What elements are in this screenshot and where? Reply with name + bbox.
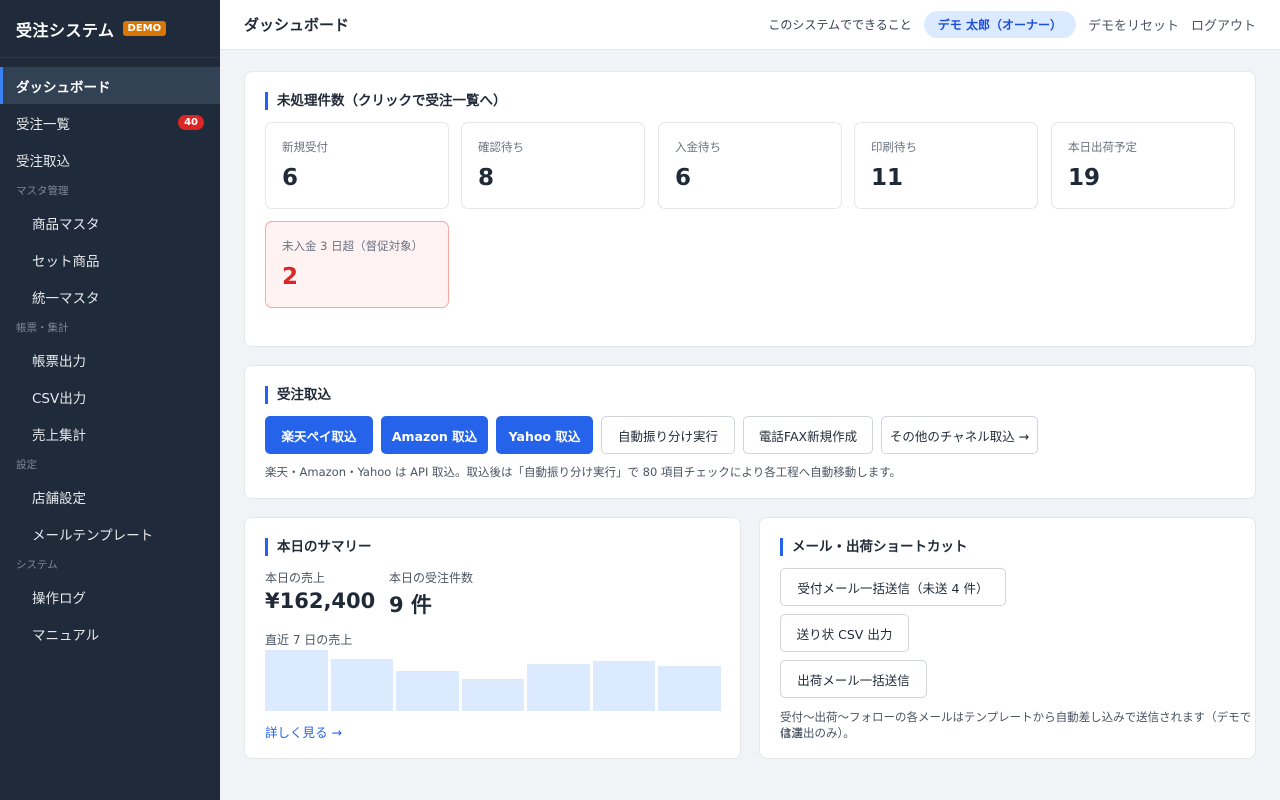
sidebar-item-label: 受注取込: [16, 153, 70, 170]
sidebar-item-label: CSV出力: [32, 390, 87, 407]
sidebar-item-dashboard[interactable]: ダッシュボード: [0, 67, 220, 104]
view-details-link[interactable]: 詳しく見る →: [265, 722, 342, 741]
sidebar-item-label: 店舗設定: [32, 490, 86, 507]
stat-label: 新規受付: [282, 140, 328, 154]
pending-title: 未処理件数（クリックで受注一覧へ）: [265, 92, 507, 110]
brand-title: 受注システム: [16, 20, 115, 40]
stat-value: 2: [282, 264, 299, 290]
auto-sort-button[interactable]: 自動振り分け実行: [601, 416, 735, 454]
summary-title: 本日のサマリー: [265, 538, 372, 556]
sidebar-item-label: 操作ログ: [32, 590, 86, 607]
help-link[interactable]: このシステムでできること: [768, 16, 911, 33]
sidebar: 受注システム DEMO ダッシュボード 受注一覧 40 受注取込 マスタ管理 商…: [0, 0, 220, 800]
sidebar-item-label: 統一マスタ: [32, 290, 100, 307]
send-shipping-mail-button[interactable]: 出荷メール一括送信: [780, 660, 927, 698]
sidebar-item-csv[interactable]: CSV出力: [0, 378, 220, 415]
sidebar-item-label: 帳票出力: [32, 353, 86, 370]
top-header: ダッシュボード このシステムでできること デモ 太郎（オーナー） デモをリセット…: [220, 0, 1280, 50]
other-channel-import-button[interactable]: その他のチャネル取込 →: [881, 416, 1038, 454]
stat-value: 6: [282, 165, 299, 191]
sidebar-section-reports: 帳票・集計: [16, 322, 69, 334]
stat-label: 未入金 3 日超（督促対象）: [282, 239, 424, 253]
stat-awaiting-payment[interactable]: 入金待ち 6: [658, 122, 842, 209]
demo-badge: DEMO: [122, 21, 167, 36]
brand: 受注システム DEMO: [0, 0, 220, 58]
stat-awaiting-print[interactable]: 印刷待ち 11: [854, 122, 1038, 209]
chart-label: 直近 7 日の売上: [265, 633, 353, 647]
stat-value: 8: [478, 165, 495, 191]
sidebar-item-label: 売上集計: [32, 427, 86, 444]
stat-value: 11: [871, 165, 904, 191]
sidebar-item-label: マニュアル: [32, 627, 100, 644]
import-note: 楽天・Amazon・Yahoo は API 取込。取込後は「自動振り分け実行」で…: [265, 465, 902, 479]
yahoo-import-button[interactable]: Yahoo 取込: [496, 416, 593, 454]
stat-value: 19: [1068, 165, 1101, 191]
sidebar-item-logs[interactable]: 操作ログ: [0, 578, 220, 615]
sidebar-item-label: メールテンプレート: [32, 527, 154, 544]
order-import-card: 受注取込 楽天ペイ取込 Amazon 取込 Yahoo 取込 自動振り分け実行 …: [244, 365, 1256, 499]
orders-count-badge: 40: [178, 115, 204, 130]
orders-count-value: 9 件: [389, 593, 432, 617]
amazon-import-button[interactable]: Amazon 取込: [381, 416, 488, 454]
sidebar-nav: ダッシュボード 受注一覧 40 受注取込 マスタ管理 商品マスタ セット商品 統…: [0, 58, 220, 652]
stat-label: 確認待ち: [478, 140, 524, 154]
stat-new-orders[interactable]: 新規受付 6: [265, 122, 449, 209]
stat-label: 入金待ち: [675, 140, 721, 154]
shortcuts-note-line2: 信演出のみ）。: [780, 726, 855, 740]
shortcuts-card: メール・出荷ショートカット 受付メール一括送信（未送 4 件） 送り状 CSV …: [759, 517, 1256, 759]
phone-fax-create-button[interactable]: 電話FAX新規作成: [743, 416, 873, 454]
sidebar-item-label: 商品マスタ: [32, 216, 100, 233]
sales-bar: [461, 678, 525, 711]
stat-ship-today[interactable]: 本日出荷予定 19: [1051, 122, 1235, 209]
stat-label: 本日出荷予定: [1068, 140, 1137, 154]
sidebar-item-unified-master[interactable]: 統一マスタ: [0, 278, 220, 315]
reset-demo-link[interactable]: デモをリセット: [1088, 15, 1179, 34]
sidebar-section-system: システム: [16, 559, 58, 571]
import-title: 受注取込: [265, 386, 331, 404]
sidebar-item-manual[interactable]: マニュアル: [0, 615, 220, 652]
send-receipt-mail-button[interactable]: 受付メール一括送信（未送 4 件）: [780, 568, 1006, 606]
stat-overdue-payment[interactable]: 未入金 3 日超（督促対象） 2: [265, 221, 449, 308]
logout-link[interactable]: ログアウト: [1191, 15, 1256, 34]
shortcuts-title: メール・出荷ショートカット: [780, 538, 968, 556]
sales-bar: [592, 660, 656, 711]
sales-bar-chart: [265, 650, 721, 711]
header-actions: このシステムでできること デモ 太郎（オーナー） デモをリセット ログアウト: [768, 11, 1256, 38]
sidebar-item-label: ダッシュボード: [16, 79, 111, 96]
rakuten-import-button[interactable]: 楽天ペイ取込: [265, 416, 373, 454]
sidebar-item-store-settings[interactable]: 店舗設定: [0, 478, 220, 515]
sidebar-item-orders[interactable]: 受注一覧 40: [0, 104, 220, 141]
sidebar-item-label: セット商品: [32, 253, 100, 270]
shipping-label-csv-button[interactable]: 送り状 CSV 出力: [780, 614, 909, 652]
sidebar-item-mail-templates[interactable]: メールテンプレート: [0, 515, 220, 552]
sidebar-item-import[interactable]: 受注取込: [0, 141, 220, 178]
sidebar-section-settings: 設定: [16, 459, 37, 471]
sales-value: ¥162,400: [265, 589, 376, 613]
sidebar-item-forms[interactable]: 帳票出力: [0, 341, 220, 378]
stat-awaiting-confirmation[interactable]: 確認待ち 8: [461, 122, 645, 209]
sidebar-item-products[interactable]: 商品マスタ: [0, 204, 220, 241]
stat-label: 印刷待ち: [871, 140, 917, 154]
sales-bar: [527, 664, 590, 711]
user-badge[interactable]: デモ 太郎（オーナー）: [923, 11, 1076, 38]
sidebar-item-sales[interactable]: 売上集計: [0, 415, 220, 452]
sales-bar: [330, 659, 394, 711]
sidebar-item-set-products[interactable]: セット商品: [0, 241, 220, 278]
pending-counts-card: 未処理件数（クリックで受注一覧へ） 新規受付 6 確認待ち 8 入金待ち 6 印…: [244, 71, 1256, 347]
sales-bar: [658, 666, 721, 711]
sales-label: 本日の売上: [265, 571, 326, 585]
sidebar-item-label: 受注一覧: [16, 116, 70, 133]
daily-summary-card: 本日のサマリー 本日の売上 ¥162,400 本日の受注件数 9 件 直近 7 …: [244, 517, 741, 759]
sidebar-section-master: マスタ管理: [16, 185, 69, 197]
orders-count-label: 本日の受注件数: [389, 571, 474, 585]
page-title: ダッシュボード: [244, 16, 350, 34]
sales-bar: [396, 671, 459, 711]
stat-value: 6: [675, 165, 692, 191]
sales-bar: [265, 650, 328, 711]
